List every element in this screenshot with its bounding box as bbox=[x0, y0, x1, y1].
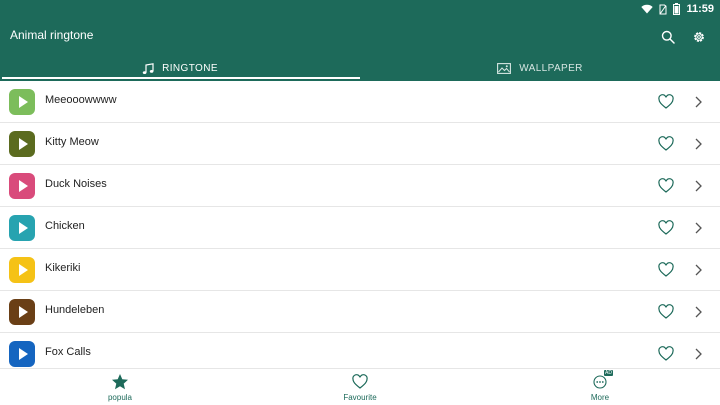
ringtone-title: Meeooowwww bbox=[45, 94, 117, 106]
heart-outline-icon[interactable] bbox=[658, 220, 674, 236]
heart-outline-icon[interactable] bbox=[658, 94, 674, 110]
ringtone-title: Fox Calls bbox=[45, 346, 91, 358]
play-button[interactable] bbox=[9, 341, 35, 367]
heart-outline-icon[interactable] bbox=[658, 304, 674, 320]
more-icon: AD bbox=[591, 369, 613, 391]
settings-button[interactable] bbox=[690, 28, 708, 46]
heart-outline-icon[interactable] bbox=[658, 178, 674, 194]
heart-outline-icon[interactable] bbox=[658, 346, 674, 362]
list-item[interactable]: Kikeriki bbox=[0, 249, 720, 291]
play-button[interactable] bbox=[9, 89, 35, 115]
heart-outline-icon[interactable] bbox=[658, 136, 674, 152]
play-icon bbox=[18, 306, 28, 318]
chevron-right-icon[interactable] bbox=[692, 137, 704, 151]
wifi-icon bbox=[641, 4, 654, 14]
play-button[interactable] bbox=[9, 131, 35, 157]
play-icon bbox=[18, 96, 28, 108]
ad-badge: AD bbox=[604, 369, 613, 376]
ringtone-title: Hundeleben bbox=[45, 304, 105, 316]
nav-favourite[interactable]: Favourite bbox=[240, 369, 480, 405]
play-icon bbox=[18, 264, 28, 276]
chevron-right-icon[interactable] bbox=[692, 95, 704, 109]
play-icon bbox=[18, 180, 28, 192]
list-item[interactable]: Fox Calls bbox=[0, 333, 720, 368]
play-icon bbox=[18, 222, 28, 234]
play-icon bbox=[18, 348, 28, 360]
list-item[interactable]: Hundeleben bbox=[0, 291, 720, 333]
ringtone-title: Chicken bbox=[45, 220, 85, 232]
play-button[interactable] bbox=[9, 215, 35, 241]
play-button[interactable] bbox=[9, 257, 35, 283]
nav-more-label: More bbox=[590, 392, 610, 402]
app-title: Animal ringtone bbox=[10, 28, 94, 42]
tab-ringtone-label: RINGTONE bbox=[162, 63, 218, 74]
status-icons: 11:59 bbox=[641, 2, 714, 16]
nav-popular-label: popula bbox=[107, 392, 133, 402]
status-time: 11:59 bbox=[686, 3, 714, 15]
heart-outline-icon bbox=[351, 373, 369, 391]
nav-favourite-label: Favourite bbox=[343, 392, 377, 402]
battery-icon bbox=[673, 3, 681, 15]
heart-outline-icon[interactable] bbox=[658, 262, 674, 278]
list-item[interactable]: Kitty Meow bbox=[0, 123, 720, 165]
search-icon bbox=[661, 30, 675, 44]
chevron-right-icon[interactable] bbox=[692, 179, 704, 193]
music-note-icon bbox=[142, 62, 154, 74]
star-icon bbox=[111, 373, 129, 391]
list-item[interactable]: Chicken bbox=[0, 207, 720, 249]
ringtone-title: Kikeriki bbox=[45, 262, 81, 274]
app-bar: Animal ringtone bbox=[0, 18, 720, 56]
nav-more[interactable]: AD More bbox=[480, 369, 720, 405]
search-button[interactable] bbox=[659, 28, 677, 46]
active-tab-indicator bbox=[2, 77, 360, 79]
status-bar: 11:59 bbox=[0, 0, 720, 18]
list-item[interactable]: Duck Noises bbox=[0, 165, 720, 207]
tab-ringtone[interactable]: RINGTONE bbox=[0, 56, 360, 81]
no-sim-icon bbox=[659, 4, 667, 14]
chevron-right-icon[interactable] bbox=[692, 305, 704, 319]
list-item[interactable]: Meeooowwww bbox=[0, 81, 720, 123]
ringtone-title: Kitty Meow bbox=[45, 136, 99, 148]
bottom-navigation: popula Favourite AD More bbox=[0, 368, 720, 405]
ringtone-list: Meeooowwww Kitty Meow Duck Noises Chicke… bbox=[0, 81, 720, 368]
ringtone-title: Duck Noises bbox=[45, 178, 107, 190]
tab-wallpaper[interactable]: WALLPAPER bbox=[360, 56, 720, 81]
tab-bar: RINGTONE WALLPAPER bbox=[0, 56, 720, 81]
play-button[interactable] bbox=[9, 299, 35, 325]
image-icon bbox=[497, 63, 512, 74]
play-icon bbox=[18, 138, 28, 150]
tab-wallpaper-label: WALLPAPER bbox=[519, 63, 583, 74]
nav-popular[interactable]: popula bbox=[0, 369, 240, 405]
gear-icon bbox=[694, 32, 704, 42]
chevron-right-icon[interactable] bbox=[692, 221, 704, 235]
chevron-right-icon[interactable] bbox=[692, 263, 704, 277]
play-button[interactable] bbox=[9, 173, 35, 199]
chevron-right-icon[interactable] bbox=[692, 347, 704, 361]
